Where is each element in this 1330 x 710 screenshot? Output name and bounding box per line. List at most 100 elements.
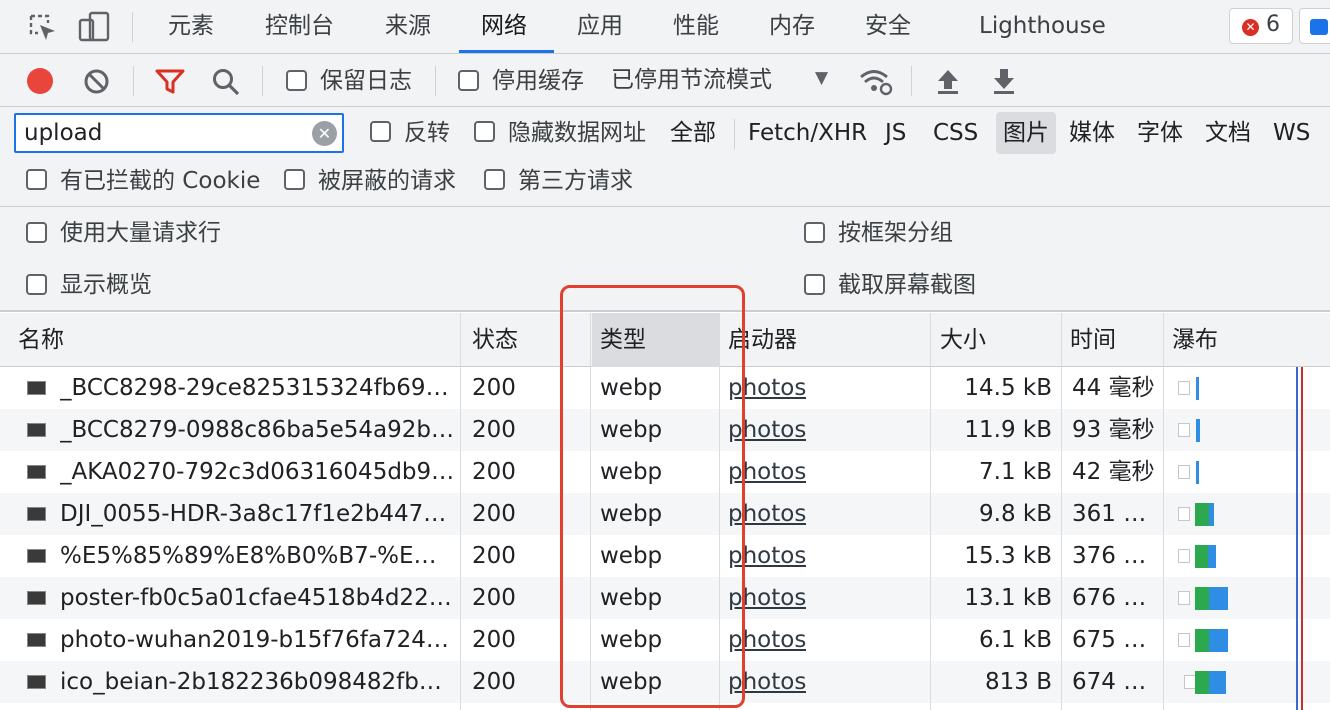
type-column-annotation [560, 285, 745, 708]
invert-checkbox[interactable] [370, 121, 391, 142]
waterfall-waiting-bar [1195, 629, 1209, 652]
tab-lighthouse[interactable]: Lighthouse [979, 0, 1106, 54]
blocked-cookies-checkbox[interactable] [26, 169, 47, 190]
export-har-icon[interactable] [991, 67, 1017, 95]
throttling-dropdown-icon[interactable]: ▼ [815, 68, 828, 88]
clear-icon[interactable] [83, 68, 110, 95]
request-status: 200 [472, 417, 516, 443]
waterfall-queue-marker [1178, 633, 1190, 647]
column-header-waterfall[interactable]: 瀑布 [1172, 313, 1218, 367]
filter-icon[interactable] [155, 69, 185, 95]
request-time: 376 … [1072, 543, 1147, 569]
active-tab-indicator [459, 50, 554, 53]
request-name[interactable]: _BCC8279-0988c86ba5e54a92b6… [60, 409, 455, 451]
image-thumbnail-icon [27, 507, 46, 521]
issues-icon [1310, 19, 1328, 35]
request-time: 361 … [1072, 501, 1147, 527]
blocked-requests-label: 被屏蔽的请求 [318, 168, 456, 194]
group-by-frame-label: 按框架分组 [838, 220, 953, 246]
large-rows-checkbox[interactable] [26, 222, 47, 243]
waterfall-download-bar [1209, 587, 1228, 610]
type-filter-all[interactable]: 全部 [670, 118, 716, 148]
inspect-element-icon[interactable] [28, 13, 58, 43]
request-time: 42 毫秒 [1072, 459, 1155, 485]
type-filter-media[interactable]: 媒体 [1069, 118, 1115, 148]
type-filter-ws[interactable]: WS [1273, 118, 1310, 148]
record-icon[interactable] [27, 68, 53, 94]
request-size: 14.5 kB [964, 375, 1052, 401]
waterfall-queue-marker [1178, 549, 1190, 563]
request-time: 93 毫秒 [1072, 417, 1155, 443]
request-status: 200 [472, 585, 516, 611]
capture-screenshots-checkbox[interactable] [804, 274, 825, 295]
filter-input[interactable]: upload ✕ [14, 113, 344, 153]
request-name[interactable]: poster-fb0c5a01cfae4518b4d22c… [60, 577, 455, 619]
error-icon: ✕ [1242, 19, 1259, 36]
waterfall-download-bar [1196, 377, 1199, 400]
request-name[interactable]: ico_beian-2b182236b098482fba2… [60, 661, 455, 703]
invert-label: 反转 [404, 120, 450, 146]
request-name[interactable]: photo-wuhan2019-b15f76fa72404… [60, 619, 455, 661]
request-name[interactable]: _BCC8298-29ce825315324fb698… [60, 367, 455, 409]
request-time: 674 … [1072, 669, 1147, 695]
device-toolbar-icon[interactable] [78, 10, 112, 44]
large-rows-label: 使用大量请求行 [60, 220, 221, 246]
error-counter[interactable]: ✕ 6 [1229, 8, 1293, 44]
request-time: 44 毫秒 [1072, 375, 1155, 401]
request-size: 9.8 kB [979, 501, 1052, 527]
tab-memory[interactable]: 内存 [769, 0, 815, 54]
hide-data-urls-checkbox[interactable] [474, 121, 495, 142]
throttling-select[interactable]: 已停用节流模式 [611, 66, 772, 94]
dom-content-loaded-line [1296, 367, 1298, 710]
type-filter-doc[interactable]: 文档 [1205, 118, 1251, 148]
column-header-name[interactable]: 名称 [18, 313, 64, 367]
tab-performance[interactable]: 性能 [673, 0, 719, 54]
waterfall-download-bar [1208, 545, 1216, 568]
search-icon[interactable] [211, 67, 241, 97]
column-header-time[interactable]: 时间 [1070, 313, 1116, 367]
request-name[interactable]: DJI_0055-HDR-3a8c17f1e2b4470… [60, 493, 455, 535]
show-overview-checkbox[interactable] [26, 274, 47, 295]
request-name[interactable]: _AKA0270-792c3d06316045db9a… [60, 451, 455, 493]
issues-counter[interactable] [1299, 8, 1330, 44]
request-size: 11.9 kB [964, 417, 1052, 443]
type-filter-css[interactable]: CSS [933, 118, 978, 148]
filter-input-value: upload [24, 120, 103, 146]
network-conditions-icon[interactable] [858, 66, 894, 96]
waterfall-download-bar [1209, 503, 1214, 526]
blocked-requests-checkbox[interactable] [284, 169, 305, 190]
type-filter-fetch-xhr[interactable]: Fetch/XHR [748, 118, 867, 148]
type-filter-img[interactable]: 图片 [1003, 118, 1049, 148]
request-name[interactable]: %E5%85%89%E8%B0%B7-%E… [60, 535, 455, 577]
waterfall-queue-marker [1178, 423, 1190, 437]
column-header-size[interactable]: 大小 [940, 313, 986, 367]
import-har-icon[interactable] [935, 67, 961, 95]
clear-filter-icon[interactable]: ✕ [312, 121, 337, 146]
image-thumbnail-icon [27, 633, 46, 647]
hide-data-urls-label: 隐藏数据网址 [508, 120, 646, 146]
tab-sources[interactable]: 来源 [385, 0, 431, 54]
preserve-log-checkbox[interactable] [286, 70, 307, 91]
request-status: 200 [472, 543, 516, 569]
tab-elements[interactable]: 元素 [168, 0, 214, 54]
request-size: 15.3 kB [964, 543, 1052, 569]
request-time: 676 … [1072, 585, 1147, 611]
request-time: 675 … [1072, 627, 1147, 653]
request-status: 200 [472, 669, 516, 695]
waterfall-queue-marker [1178, 507, 1190, 521]
tab-application[interactable]: 应用 [577, 0, 623, 54]
waterfall-download-bar [1196, 461, 1199, 484]
tab-network[interactable]: 网络 [481, 0, 527, 54]
type-filter-font[interactable]: 字体 [1137, 118, 1183, 148]
tab-security[interactable]: 安全 [865, 0, 911, 54]
waterfall-queue-marker [1178, 465, 1190, 479]
type-filter-js[interactable]: JS [885, 118, 906, 148]
show-overview-label: 显示概览 [60, 272, 152, 298]
tab-console[interactable]: 控制台 [265, 0, 334, 54]
group-by-frame-checkbox[interactable] [804, 222, 825, 243]
column-header-status[interactable]: 状态 [472, 313, 518, 367]
request-size: 813 B [985, 669, 1052, 695]
disable-cache-checkbox[interactable] [458, 70, 479, 91]
third-party-checkbox[interactable] [484, 169, 505, 190]
waterfall-waiting-bar [1195, 545, 1208, 568]
